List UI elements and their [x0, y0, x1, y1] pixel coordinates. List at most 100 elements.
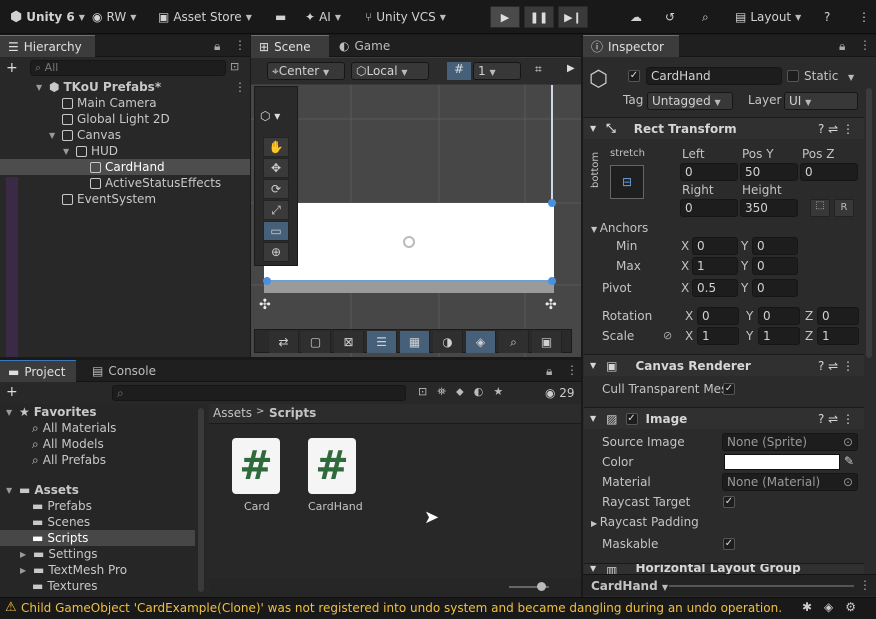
- add-button[interactable]: +: [6, 60, 18, 76]
- more-icon[interactable]: ⋮: [234, 38, 246, 52]
- chevron-down-icon[interactable]: ▼: [848, 73, 854, 82]
- left-field[interactable]: 0: [680, 163, 738, 181]
- hierarchy-search-input[interactable]: ⌕ All: [30, 60, 226, 76]
- raycast-padding-foldout[interactable]: ▶ Raycast Padding: [591, 515, 699, 529]
- image-header[interactable]: ▼ ▨ ✓ Image? ⇌ ⋮: [584, 407, 864, 429]
- package-icon[interactable]: ▬: [275, 7, 286, 27]
- inspector-scrollbar[interactable]: [866, 88, 872, 358]
- height-field[interactable]: 350: [740, 199, 798, 217]
- target-icon[interactable]: ⊙: [843, 434, 853, 450]
- cloud-icon[interactable]: ☁: [630, 7, 642, 27]
- more-icon[interactable]: ⋮: [566, 363, 578, 377]
- pivot-mode-dropdown[interactable]: ⌖Center ▼: [267, 62, 345, 80]
- more-arrow-icon[interactable]: ▶: [567, 63, 575, 74]
- layout-dropdown[interactable]: ▤ Layout ▼: [735, 7, 801, 27]
- pivot-y-field[interactable]: 0: [752, 279, 798, 297]
- transform-tool-icon[interactable]: ⊕: [263, 242, 289, 262]
- play-button[interactable]: ▶: [490, 6, 520, 28]
- right-field[interactable]: 0: [680, 199, 738, 217]
- filter-icons[interactable]: ⊡⛯⬥◐★: [418, 385, 513, 399]
- image-enabled-checkbox[interactable]: ✓: [625, 412, 638, 425]
- max-x-field[interactable]: 1: [692, 257, 738, 275]
- create-button[interactable]: +: [6, 384, 18, 400]
- raycast-target-checkbox[interactable]: ✓: [723, 496, 735, 508]
- tab-game[interactable]: ◐ Game: [331, 35, 398, 57]
- step-button[interactable]: ▶❙: [558, 6, 588, 28]
- favorite-item[interactable]: ⌕ All Models: [32, 436, 104, 452]
- project-search-input[interactable]: ⌕: [112, 385, 406, 401]
- rect-tool-icon[interactable]: ▭: [263, 221, 289, 241]
- tab-project[interactable]: ▬ Project: [0, 360, 76, 382]
- rotation-y-field[interactable]: 0: [758, 307, 800, 325]
- list-item[interactable]: EventSystem: [62, 191, 156, 207]
- maskable-checkbox[interactable]: ✓: [723, 538, 735, 550]
- link-icon[interactable]: ⊘: [663, 329, 672, 342]
- ai-dropdown[interactable]: ✦ AI ▼: [305, 7, 341, 27]
- list-item[interactable]: ActiveStatusEffects: [90, 175, 221, 191]
- folder-item[interactable]: ▶ ▬ TextMesh Pro: [20, 562, 127, 578]
- list-item[interactable]: ▼ HUD: [63, 143, 118, 159]
- folder-item[interactable]: ▶ ▬ Settings: [20, 546, 98, 562]
- folder-item[interactable]: ▬ Textures: [32, 578, 98, 594]
- move-tool-icon[interactable]: ✥: [263, 158, 289, 178]
- tab-scene[interactable]: ⊞ Scene: [251, 35, 329, 57]
- min-x-field[interactable]: 0: [692, 237, 738, 255]
- hand-tool-icon[interactable]: ✋: [263, 137, 289, 157]
- tree-scrollbar[interactable]: [198, 408, 204, 592]
- list-item[interactable]: Global Light 2D: [62, 111, 170, 127]
- more-icon[interactable]: ⋮: [858, 7, 870, 27]
- grid-snap-icon[interactable]: ▦: [400, 331, 430, 353]
- posy-field[interactable]: 50: [740, 163, 798, 181]
- cull-checkbox[interactable]: ✓: [723, 383, 735, 395]
- folder-item[interactable]: ▬ Prefabs: [32, 498, 92, 514]
- anchors-foldout[interactable]: ▼ Anchors: [591, 221, 648, 235]
- search-icon[interactable]: ⌕: [702, 7, 709, 27]
- posz-field[interactable]: 0: [800, 163, 858, 181]
- tab-console[interactable]: ▤ Console: [84, 360, 164, 382]
- asset-store-dropdown[interactable]: ▣ Asset Store ▼: [158, 7, 252, 27]
- tag-dropdown[interactable]: Untagged ▼: [647, 92, 733, 110]
- tab-hierarchy[interactable]: ☰ Hierarchy: [0, 35, 95, 57]
- shuffle-icon[interactable]: ⇄: [269, 331, 299, 353]
- list-item[interactable]: ▼ ⬢ TKoU Prefabs*: [36, 79, 161, 95]
- align-icon[interactable]: ☰: [367, 331, 397, 353]
- zoom-slider-thumb[interactable]: [537, 582, 546, 591]
- favorite-item[interactable]: ⌕ All Prefabs: [32, 452, 106, 468]
- pivot-x-field[interactable]: 0.5: [692, 279, 738, 297]
- layer-dropdown[interactable]: UI ▼: [784, 92, 858, 110]
- scale-x-field[interactable]: 1: [697, 327, 739, 345]
- list-item[interactable]: Main Camera: [62, 95, 157, 111]
- favorite-item[interactable]: ⌕ All Materials: [32, 420, 116, 436]
- static-checkbox[interactable]: [787, 70, 799, 82]
- breadcrumb-assets[interactable]: Assets: [213, 406, 252, 420]
- component-options-icon[interactable]: ? ⇌ ⋮: [818, 122, 854, 136]
- folder-item-selected[interactable]: ▬ Scripts: [32, 530, 88, 546]
- horizontal-layout-group-header[interactable]: ▼ ▥ Horizontal Layout Group: [584, 563, 864, 574]
- unity-menu[interactable]: ⬢ Unity 6 ▼: [10, 7, 85, 27]
- csharp-script-icon[interactable]: #: [232, 438, 280, 494]
- pause-button[interactable]: ❚❚: [524, 6, 554, 28]
- lock-icon[interactable]: 🔒︎: [214, 39, 220, 54]
- snap-icon[interactable]: ⌗: [535, 62, 542, 77]
- history-icon[interactable]: ↺: [665, 7, 675, 27]
- anchor-handle-icon[interactable]: ✣: [259, 297, 271, 313]
- scale-z-field[interactable]: 1: [817, 327, 859, 345]
- layers-icon[interactable]: ◈: [466, 331, 496, 353]
- lock-icon[interactable]: 🔒︎: [546, 364, 552, 379]
- target-icon[interactable]: ⊙: [843, 474, 853, 490]
- assets-folder[interactable]: ▼ ▬ Assets: [6, 482, 79, 498]
- rotation-z-field[interactable]: 0: [817, 307, 859, 325]
- status-icons[interactable]: ✱◈⚙: [802, 600, 868, 614]
- rect-select-icon[interactable]: ▢: [301, 331, 331, 353]
- component-options-icon[interactable]: ? ⇌ ⋮: [818, 412, 854, 426]
- scale-tool-icon[interactable]: ⤢: [263, 200, 289, 220]
- scene-viewport[interactable]: ✣ ✣: [251, 85, 581, 357]
- list-item[interactable]: ▼ Canvas: [49, 127, 121, 143]
- account-dropdown[interactable]: ◉ RW ▼: [92, 7, 136, 27]
- crop-icon[interactable]: ⊠: [334, 331, 364, 353]
- folder-item[interactable]: ▬ Scenes: [32, 514, 90, 530]
- canvas-renderer-header[interactable]: ▼ ▣ Canvas Renderer? ⇌ ⋮: [584, 354, 864, 376]
- more-icon[interactable]: ⋮: [859, 578, 871, 592]
- lighting-icon[interactable]: ◑: [433, 331, 463, 353]
- max-y-field[interactable]: 0: [752, 257, 798, 275]
